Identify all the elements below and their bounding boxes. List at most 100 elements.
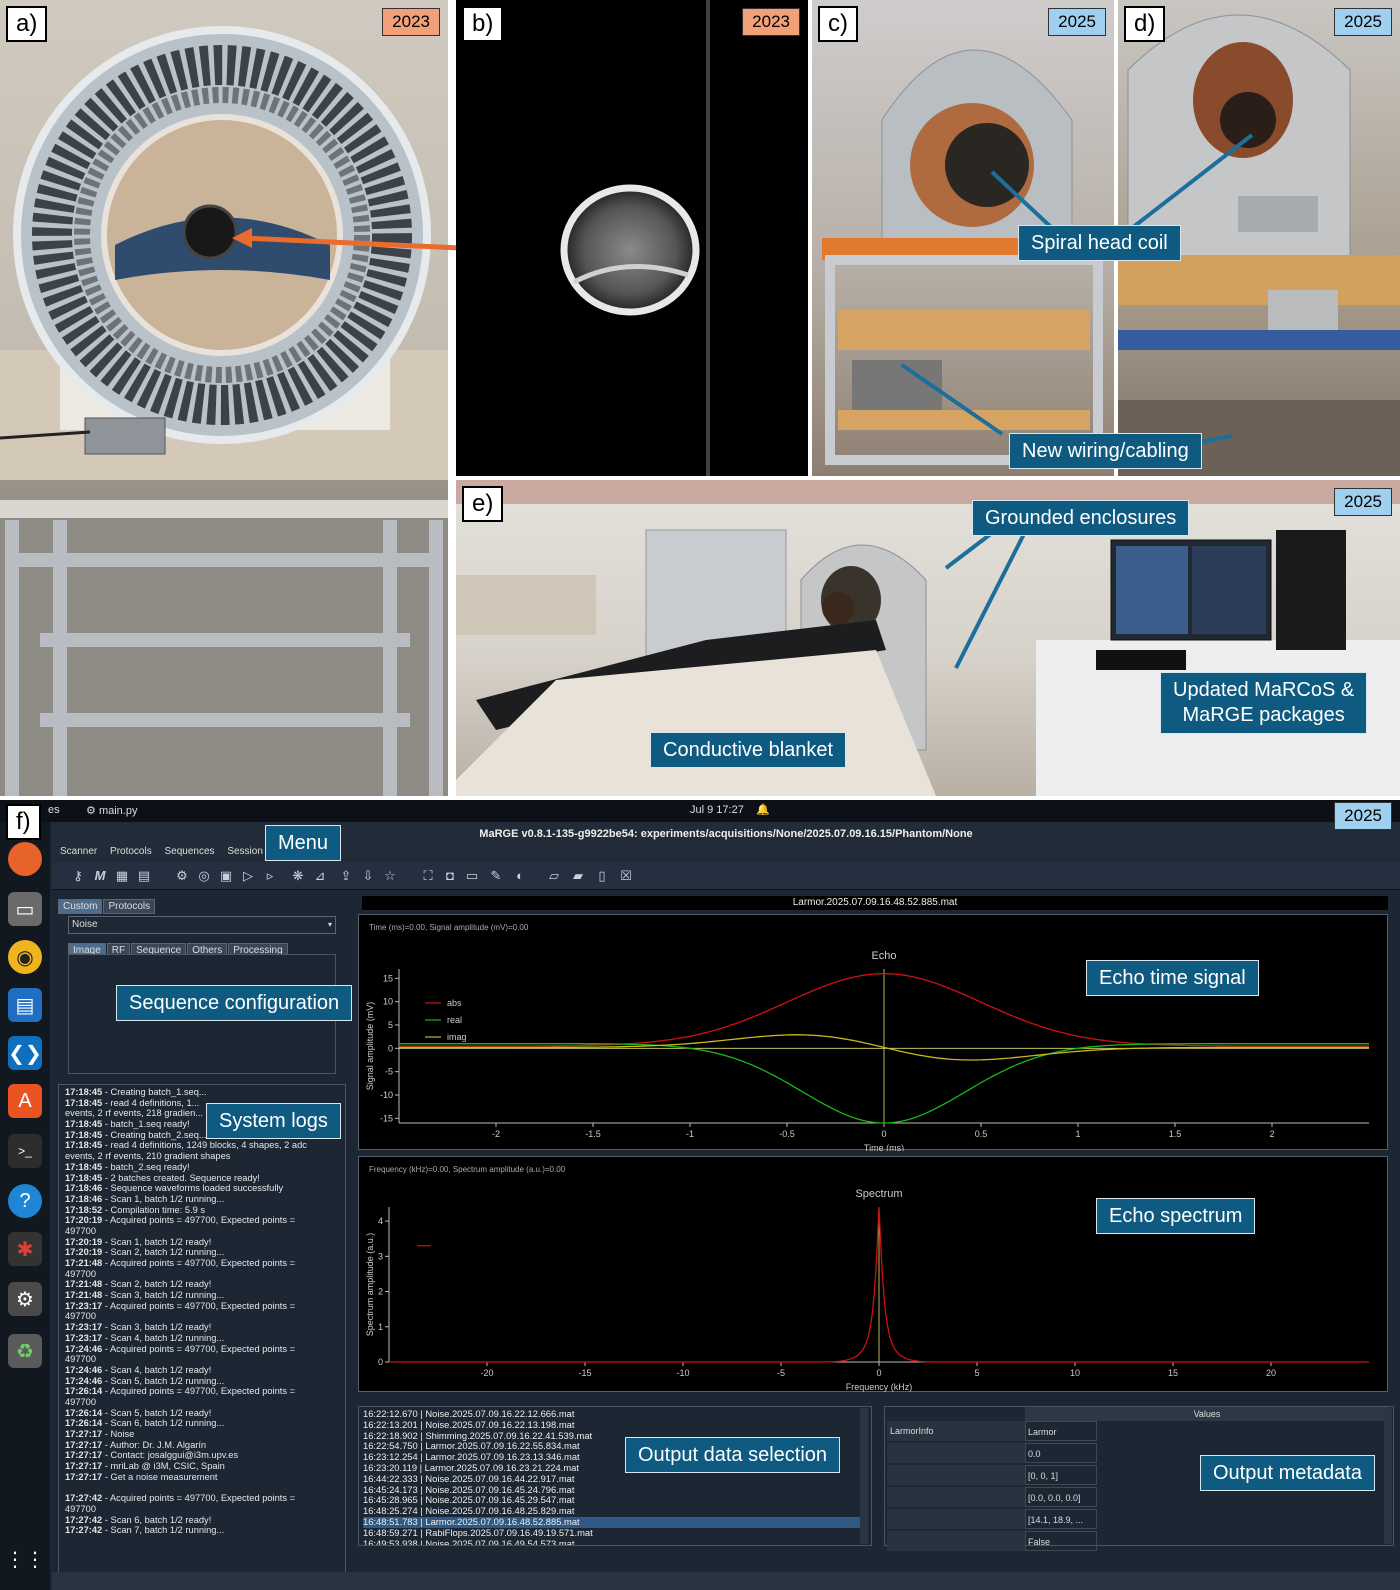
play-icon[interactable]: ▷ xyxy=(240,868,256,884)
log-time: 17:18:46 xyxy=(65,1193,105,1204)
grid-icon[interactable]: ▤ xyxy=(136,868,152,884)
log-message: - Acquired points = 497700, Expected poi… xyxy=(104,1493,296,1504)
metadata-value-cell[interactable]: [0, 0, 1] xyxy=(1025,1465,1097,1485)
output-list-item[interactable]: 16:22:13.201 | Noise.2025.07.09.16.22.13… xyxy=(363,1419,867,1431)
chart-title: Spectrum xyxy=(855,1188,902,1200)
metadata-scrollbar[interactable] xyxy=(1384,1408,1392,1544)
metadata-key-cell[interactable]: LarmorInfo xyxy=(887,1421,1025,1441)
metadata-key-cell[interactable] xyxy=(887,1465,1025,1485)
log-line: 17:21:48 - Scan 3, batch 1/2 running... xyxy=(65,1290,339,1301)
log-message: - Scan 4, batch 1/2 running... xyxy=(104,1332,225,1343)
output-list[interactable]: 16:22:12.670 | Noise.2025.07.09.16.22.12… xyxy=(358,1406,872,1546)
log-line: 497700 xyxy=(65,1354,339,1365)
log-message: - Acquired points = 497700, Expected poi… xyxy=(104,1386,296,1397)
echo-plot[interactable]: Time (ms)=0.00, Signal amplitude (mV)=0.… xyxy=(358,914,1388,1151)
sequence-select[interactable]: Noise ▾ xyxy=(68,916,336,934)
clipboard-icon[interactable]: ▣ xyxy=(218,868,234,884)
menu-protocols[interactable]: Protocols xyxy=(110,846,152,857)
log-line: 497700 xyxy=(65,1226,339,1237)
gear-icon[interactable]: ⚙ xyxy=(174,868,190,884)
download-icon[interactable]: ⇩ xyxy=(360,868,376,884)
tab-protocols[interactable]: Protocols xyxy=(103,899,156,914)
metadata-value-cell[interactable]: False xyxy=(1025,1531,1097,1551)
output-list-scrollbar[interactable] xyxy=(860,1408,868,1544)
location-icon[interactable]: ◎ xyxy=(196,868,212,884)
metadata-header: Values xyxy=(1025,1407,1389,1421)
folder-open-icon[interactable]: ▭ xyxy=(464,868,480,884)
output-list-item[interactable]: 16:49:53.938 | Noise.2025.07.09.16.49.54… xyxy=(363,1538,867,1545)
metadata-value-cell[interactable]: [0.0, 0.0, 0.0] xyxy=(1025,1487,1097,1507)
terminal-icon[interactable]: >_ xyxy=(8,1134,42,1168)
log-time: 17:18:52 xyxy=(65,1204,105,1215)
brain-icon[interactable]: ❋ xyxy=(290,868,306,884)
spectrum-plot-canvas: -20 -15 -10 -5 0 5 10 15 20 0 1 2 3 4 Frequency (kHz) S… xyxy=(365,1188,1369,1392)
upload-icon[interactable]: ⇪ xyxy=(338,868,354,884)
file-close-icon[interactable]: ☒ xyxy=(618,868,634,884)
step-icon[interactable]: ▹ xyxy=(262,868,278,884)
log-message: - Scan 5, batch 1/2 ready! xyxy=(104,1407,212,1418)
output-list-item[interactable]: 16:44:22.333 | Noise.2025.07.09.16.44.22… xyxy=(363,1473,867,1485)
log-time: 17:27:42 xyxy=(65,1525,105,1536)
app-indicator[interactable]: ⚙ main.py xyxy=(86,804,137,817)
folder-add-icon[interactable]: ▰ xyxy=(570,868,586,884)
x-axis-label: Frequency (kHz) xyxy=(846,1382,913,1392)
output-list-item[interactable]: 16:48:59.271 | RabiFlops.2025.07.09.16.4… xyxy=(363,1527,867,1539)
marcos-icon[interactable]: M xyxy=(92,868,108,884)
contrast-icon[interactable]: ◐ xyxy=(512,868,528,884)
metadata-key-cell[interactable] xyxy=(887,1443,1025,1463)
key-icon[interactable]: ⚷ xyxy=(70,868,86,884)
star-icon[interactable]: ☆ xyxy=(382,868,398,884)
log-line: 17:21:48 - Scan 2, batch 1/2 ready! xyxy=(65,1279,339,1290)
metadata-value-cell[interactable]: [14.1, 18.9, ... xyxy=(1025,1509,1097,1529)
network-app-icon[interactable]: ✱ xyxy=(8,1232,42,1266)
log-time: 17:18:45 xyxy=(65,1097,105,1108)
clock[interactable]: Jul 9 17:27 xyxy=(690,804,744,816)
log-time: 17:27:42 xyxy=(65,1493,105,1504)
rhythmbox-icon[interactable]: ◉ xyxy=(8,940,42,974)
metadata-value-cell[interactable]: 0.0 xyxy=(1025,1443,1097,1463)
menu-bar: Scanner Protocols Sequences Session xyxy=(52,846,1400,862)
vscode-icon[interactable]: ❮❯ xyxy=(8,1036,42,1070)
metadata-value-cell[interactable]: Larmor xyxy=(1025,1421,1097,1441)
log-time: 17:26:14 xyxy=(65,1407,105,1418)
camera-icon[interactable]: ◘ xyxy=(442,868,458,884)
metadata-key-cell[interactable] xyxy=(887,1531,1025,1551)
callout-conductive-blanket: Conductive blanket xyxy=(650,732,847,768)
app-grid-icon[interactable]: ⋮⋮ xyxy=(5,1542,45,1576)
x-tick-label: -10 xyxy=(676,1368,689,1378)
file-icon[interactable]: ▯ xyxy=(594,868,610,884)
app-center-icon[interactable]: A xyxy=(8,1084,42,1118)
menu-session[interactable]: Session xyxy=(227,846,263,857)
metadata-key-cell[interactable] xyxy=(887,1509,1025,1529)
log-message: - 2 batches created. Sequence ready! xyxy=(104,1172,260,1183)
log-message: 497700 xyxy=(65,1311,97,1322)
chip-icon[interactable]: ▦ xyxy=(114,868,130,884)
files-icon[interactable]: ▭ xyxy=(8,892,42,926)
folder-icon[interactable]: ▱ xyxy=(546,868,562,884)
menu-scanner[interactable]: Scanner xyxy=(60,846,97,857)
log-message: - Acquired points = 497700, Expected poi… xyxy=(104,1215,296,1226)
tab-custom[interactable]: Custom xyxy=(58,899,103,914)
system-log[interactable]: 17:18:45 - Creating batch_1.seq... 17:18:… xyxy=(58,1084,346,1584)
log-line: 17:20:19 - Scan 1, batch 1/2 ready! xyxy=(65,1237,339,1248)
y-tick-label: -10 xyxy=(380,1090,393,1100)
activities-button[interactable]: es xyxy=(48,804,60,816)
writer-icon[interactable]: ▤ xyxy=(8,988,42,1022)
fullscreen-icon[interactable]: ⛶ xyxy=(420,868,436,884)
bell-icon[interactable]: 🔔 xyxy=(756,803,770,816)
spectrum-plot[interactable]: Frequency (kHz)=0.00, Spectrum amplitude… xyxy=(358,1156,1388,1392)
chart-icon[interactable]: ⊿ xyxy=(312,868,328,884)
trash-icon[interactable]: ♻ xyxy=(8,1334,42,1368)
log-line: 17:18:52 - Compilation time: 5.9 s xyxy=(65,1205,339,1216)
y-tick-label: 1 xyxy=(378,1322,383,1332)
metadata-key-cell[interactable] xyxy=(887,1487,1025,1507)
firefox-icon[interactable] xyxy=(8,842,42,876)
menu-sequences[interactable]: Sequences xyxy=(165,846,215,857)
settings-icon[interactable]: ⚙ xyxy=(8,1282,42,1316)
log-line: 17:18:45 - read 4 definitions, 1249 bloc… xyxy=(65,1140,339,1151)
enclosure-arrows xyxy=(944,528,1028,669)
wrench-icon[interactable]: ✎ xyxy=(488,868,504,884)
help-icon[interactable]: ? xyxy=(8,1184,42,1218)
log-message: - Scan 7, batch 1/2 running... xyxy=(104,1525,225,1536)
